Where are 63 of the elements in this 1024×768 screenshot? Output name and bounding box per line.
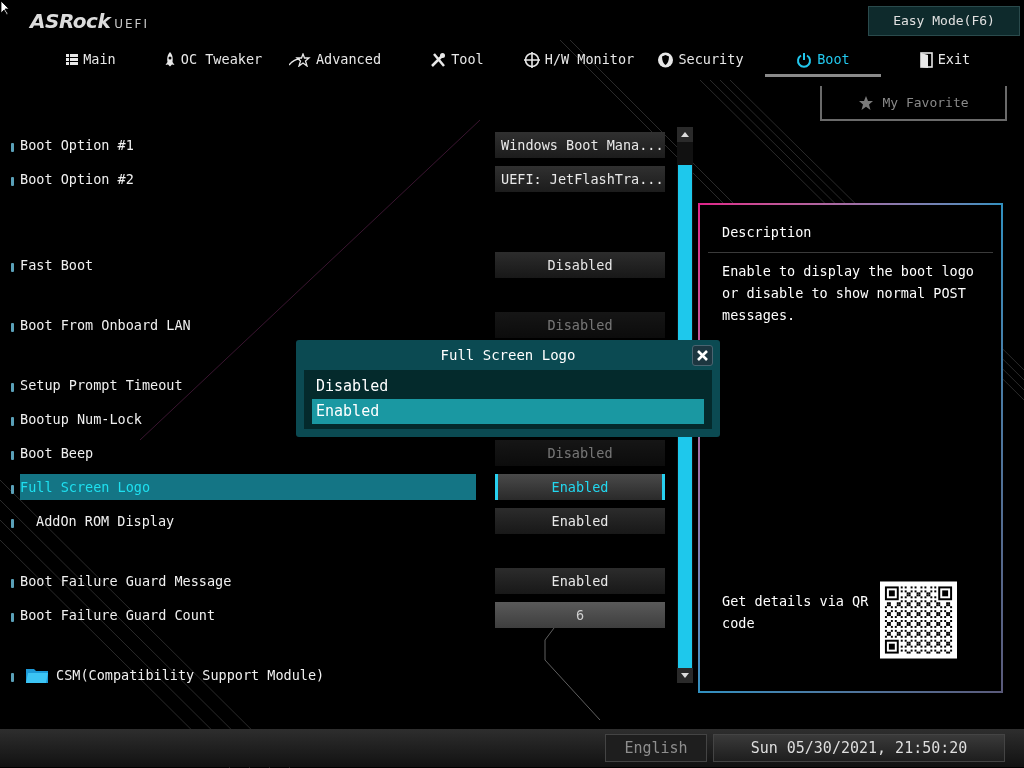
folder-item[interactable]: CSM(Compatibility Support Module) — [20, 662, 476, 688]
rocket-icon — [163, 52, 176, 67]
bullet-icon — [11, 176, 14, 186]
description-text: Enable to display the boot logo or disable to show normal POST messages. — [721, 262, 975, 325]
popup-option[interactable]: Disabled — [312, 375, 704, 397]
popup-title: Full Screen Logo — [440, 345, 576, 365]
crosshair-icon — [523, 51, 540, 68]
setting-label[interactable]: Boot Option #2 — [20, 166, 476, 192]
menu-tab[interactable]: Tool — [399, 45, 515, 77]
logo-suffix: UEFI — [114, 16, 149, 32]
door-icon — [919, 51, 933, 68]
setting-label[interactable]: Boot From Onboard LAN — [20, 312, 476, 338]
value-dropdown[interactable]: Enabled — [495, 508, 665, 534]
shield-icon — [658, 51, 674, 68]
logo-text: ASRock — [30, 10, 111, 32]
bullet-icon — [11, 322, 14, 332]
scroll-down-button[interactable] — [677, 668, 693, 683]
qr-hint-text: Get details via QR code — [722, 592, 870, 633]
easy-mode-button[interactable]: Easy Mode(F6) — [868, 6, 1020, 36]
value-dropdown[interactable]: Enabled — [495, 474, 665, 500]
bullet-icon — [11, 142, 14, 152]
bullet-icon — [11, 262, 14, 272]
tools-icon — [430, 51, 447, 68]
bullet-icon — [11, 416, 14, 426]
bullet-icon — [11, 672, 14, 682]
value-dropdown[interactable]: Windows Boot Mana... — [495, 132, 665, 158]
bullet-icon — [11, 518, 14, 528]
list-icon — [66, 54, 79, 65]
date-time: Sun 05/30/2021, 21:50:20 — [713, 734, 1005, 762]
value-dropdown[interactable]: UEFI: JetFlashTra... — [495, 166, 665, 192]
bullet-icon — [11, 612, 14, 622]
menu-tab[interactable]: Security — [643, 45, 759, 77]
menu-tab[interactable]: Boot — [765, 45, 881, 77]
setting-label[interactable]: Boot Failure Guard Message — [20, 568, 476, 594]
bullet-icon — [11, 578, 14, 588]
favorite-button[interactable]: My Favorite — [820, 86, 1007, 121]
setting-label[interactable]: Fast Boot — [20, 252, 476, 278]
down-arrow-icon — [681, 673, 689, 679]
up-arrow-icon — [681, 131, 689, 137]
power-icon — [796, 51, 813, 68]
value-dropdown[interactable]: Enabled — [495, 568, 665, 594]
menu-tab[interactable]: OC Tweaker — [155, 45, 271, 77]
setting-label[interactable]: Boot Failure Guard Count — [20, 602, 476, 628]
number-field[interactable]: 6 — [495, 602, 665, 628]
bullet-icon — [11, 484, 14, 494]
menu-tab[interactable]: Main — [33, 45, 149, 77]
description-title: Description — [708, 205, 993, 253]
menu-tab[interactable]: Advanced — [277, 45, 393, 77]
bullet-icon — [11, 450, 14, 460]
language-button[interactable]: English — [605, 734, 707, 762]
scroll-up-button[interactable] — [677, 127, 693, 142]
menu-tab[interactable]: H/W Monitor — [521, 45, 637, 77]
setting-label[interactable]: Boot Beep — [20, 440, 476, 466]
folder-icon — [26, 667, 48, 683]
menu-tab[interactable]: Exit — [887, 45, 1003, 77]
setting-label[interactable]: AddOn ROM Display — [20, 508, 476, 534]
bullet-icon — [11, 382, 14, 392]
value-dropdown[interactable]: Disabled — [495, 252, 665, 278]
star-swoosh-icon — [289, 52, 311, 67]
close-icon — [697, 350, 708, 361]
close-button[interactable] — [692, 345, 713, 366]
star-icon — [858, 94, 875, 111]
setting-label[interactable]: Boot Option #1 — [20, 132, 476, 158]
